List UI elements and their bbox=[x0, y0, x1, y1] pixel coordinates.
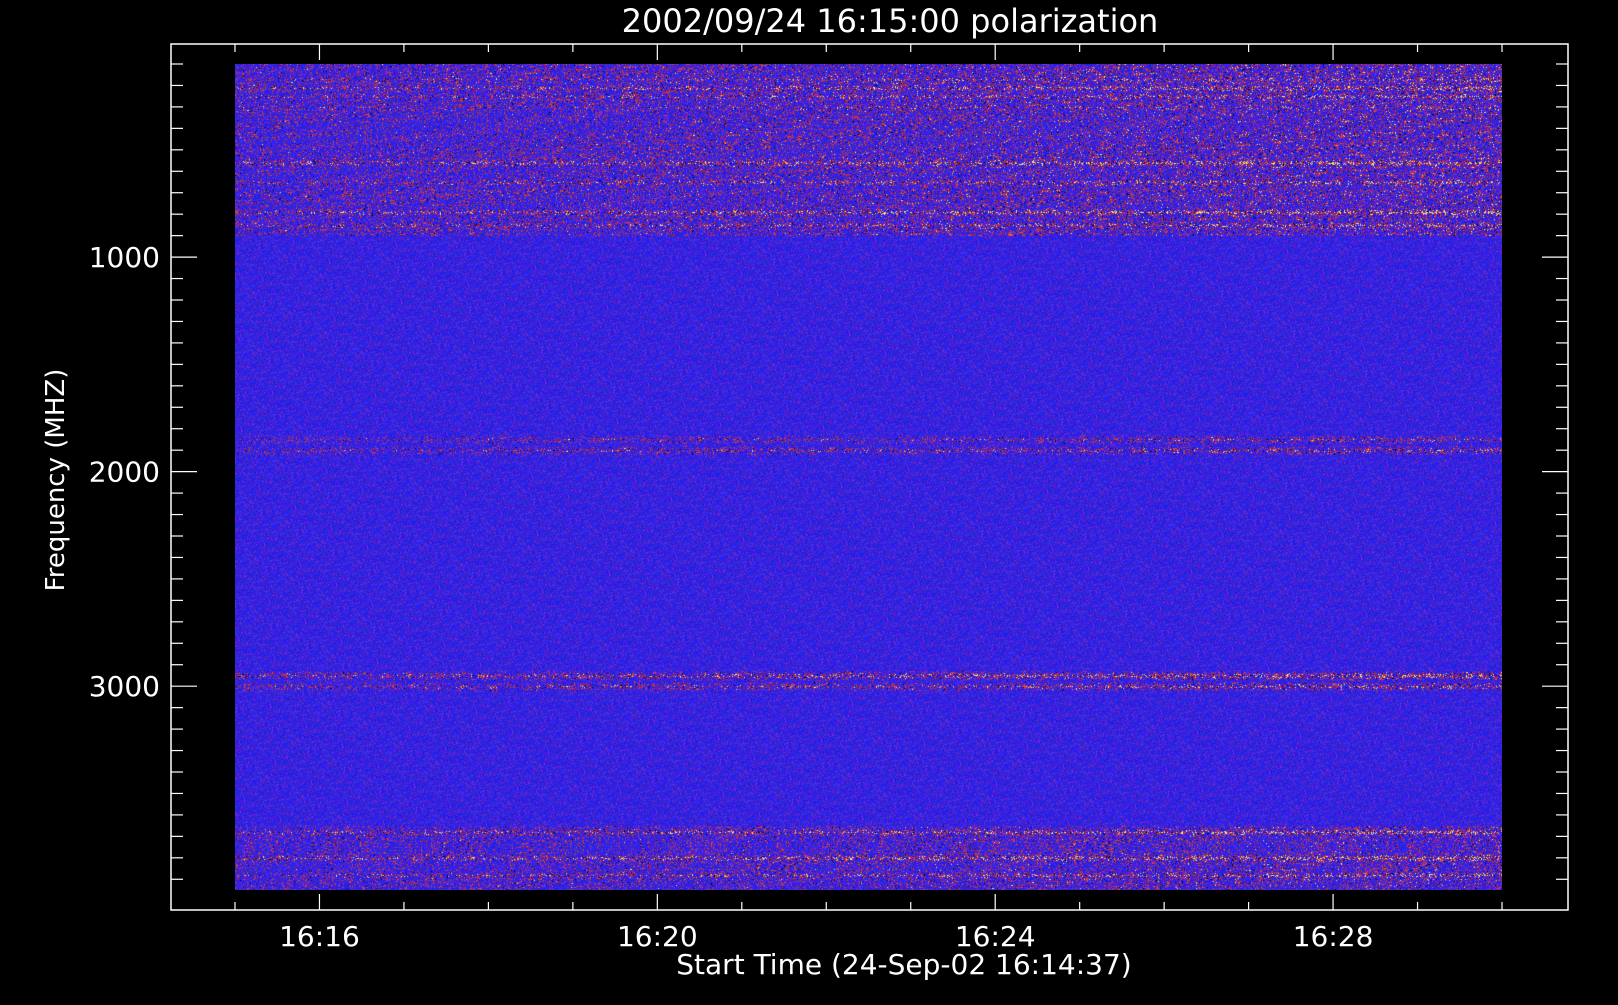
heatmap-image bbox=[235, 64, 1502, 890]
x-tick-label: 16:16 bbox=[279, 920, 360, 953]
y-tick-label: 2000 bbox=[89, 456, 160, 489]
chart-title: 2002/09/24 16:15:00 polarization bbox=[622, 2, 1159, 40]
y-tick-label: 1000 bbox=[89, 241, 160, 274]
heatmap-plot-area bbox=[235, 64, 1502, 890]
y-tick-label: 3000 bbox=[89, 670, 160, 703]
x-axis-label: Start Time (24-Sep-02 16:14:37) bbox=[676, 948, 1131, 981]
spectrogram-chart: 2002/09/24 16:15:00 polarization 16:20 1… bbox=[0, 0, 1618, 1000]
y-axis-label: Frequency (MHZ) bbox=[41, 369, 71, 592]
x-tick-label: 16:28 bbox=[1293, 920, 1374, 953]
